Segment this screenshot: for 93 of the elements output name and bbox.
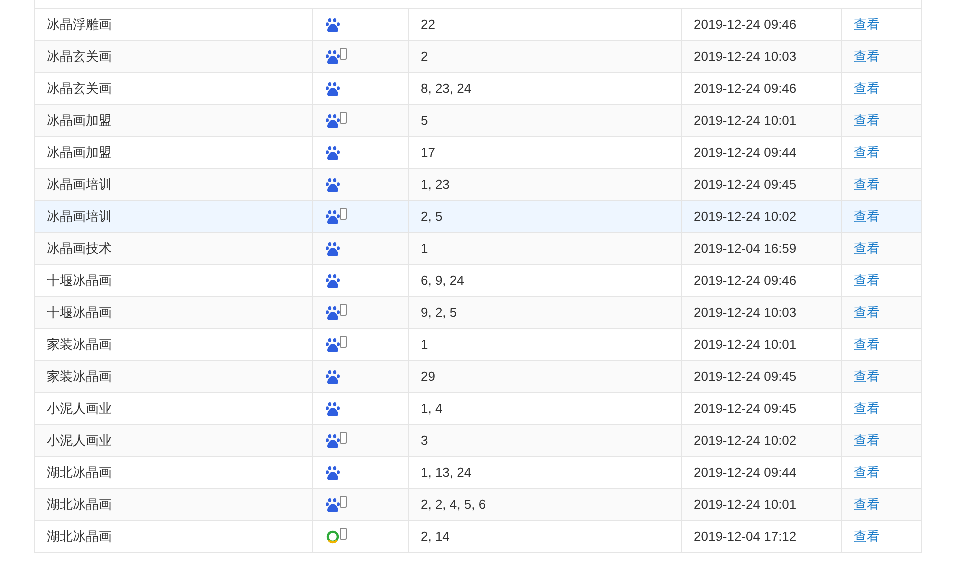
- keyword-text: 冰晶浮雕画: [47, 16, 112, 34]
- keyword-text: 湖北冰晶画: [47, 496, 112, 514]
- keyword-text: 湖北冰晶画: [47, 528, 112, 546]
- paw-icon: [326, 18, 340, 33]
- paw-icon: [326, 466, 340, 481]
- paw-icon: [326, 242, 340, 257]
- keyword-text: 十堰冰晶画: [47, 304, 112, 322]
- phone-icon: [340, 528, 347, 540]
- paw-icon: [326, 434, 340, 449]
- keyword-text: 冰晶画加盟: [47, 144, 112, 162]
- view-link[interactable]: 查看: [854, 526, 880, 546]
- time-text: 2019-12-24 10:03: [694, 48, 797, 66]
- view-link[interactable]: 查看: [854, 46, 880, 66]
- keyword-text: 冰晶玄关画: [47, 48, 112, 66]
- paw-icon: [326, 306, 340, 321]
- paw-icon: [326, 370, 340, 385]
- rank-text: 17: [421, 144, 436, 162]
- paw-icon: [326, 114, 340, 129]
- time-text: 2019-12-24 10:01: [694, 496, 797, 514]
- time-text: 2019-12-24 10:01: [694, 112, 797, 130]
- time-text: 2019-12-24 09:46: [694, 80, 797, 98]
- time-text: 2019-12-24 09:45: [694, 400, 797, 418]
- keyword-text: 小泥人画业: [47, 432, 112, 450]
- view-link[interactable]: 查看: [854, 398, 880, 418]
- time-text: 2019-12-24 09:44: [694, 464, 797, 482]
- rank-text: 6, 9, 24: [421, 272, 464, 290]
- rank-text: 2: [421, 48, 428, 66]
- time-text: 2019-12-04 17:12: [694, 528, 797, 546]
- phone-icon: [340, 208, 347, 220]
- paw-icon: [326, 82, 340, 97]
- rank-text: 1, 13, 24: [421, 464, 472, 482]
- phone-icon: [340, 48, 347, 60]
- paw-icon: [326, 498, 340, 513]
- paw-icon: [326, 178, 340, 193]
- time-text: 2019-12-24 10:02: [694, 208, 797, 226]
- time-text: 2019-12-24 09:45: [694, 176, 797, 194]
- ring-icon: [326, 530, 340, 544]
- keyword-text: 冰晶画加盟: [47, 112, 112, 130]
- rank-text: 2, 2, 4, 5, 6: [421, 496, 486, 514]
- keyword-text: 冰晶画技术: [47, 240, 112, 258]
- time-text: 2019-12-24 09:45: [694, 368, 797, 386]
- view-link[interactable]: 查看: [854, 430, 880, 450]
- paw-icon: [326, 274, 340, 289]
- phone-icon: [340, 496, 347, 508]
- paw-icon: [326, 402, 340, 417]
- view-link[interactable]: 查看: [854, 206, 880, 226]
- time-text: 2019-12-24 10:03: [694, 304, 797, 322]
- rank-text: 5: [421, 112, 428, 130]
- rank-text: 1, 4: [421, 400, 443, 418]
- view-link[interactable]: 查看: [854, 110, 880, 130]
- time-text: 2019-12-24 09:46: [694, 272, 797, 290]
- phone-icon: [340, 304, 347, 316]
- view-link[interactable]: 查看: [854, 302, 880, 322]
- keyword-text: 十堰冰晶画: [47, 272, 112, 290]
- time-text: 2019-12-24 09:44: [694, 144, 797, 162]
- keyword-text: 小泥人画业: [47, 400, 112, 418]
- rank-text: 8, 23, 24: [421, 80, 472, 98]
- keyword-text: 冰晶画培训: [47, 176, 112, 194]
- time-text: 2019-12-24 10:02: [694, 432, 797, 450]
- view-link[interactable]: 查看: [854, 270, 880, 290]
- time-text: 2019-12-04 16:59: [694, 240, 797, 258]
- rank-text: 1, 23: [421, 176, 450, 194]
- view-link[interactable]: 查看: [854, 14, 880, 34]
- view-link[interactable]: 查看: [854, 78, 880, 98]
- view-link[interactable]: 查看: [854, 174, 880, 194]
- phone-icon: [340, 112, 347, 124]
- phone-icon: [340, 336, 347, 348]
- paw-icon: [326, 50, 340, 65]
- view-link[interactable]: 查看: [854, 142, 880, 162]
- rank-text: 3: [421, 432, 428, 450]
- rank-text: 2, 5: [421, 208, 443, 226]
- rank-text: 22: [421, 16, 436, 34]
- view-link[interactable]: 查看: [854, 238, 880, 258]
- rank-text: 1: [421, 336, 428, 354]
- keyword-text: 冰晶玄关画: [47, 80, 112, 98]
- paw-icon: [326, 210, 340, 225]
- time-text: 2019-12-24 10:01: [694, 336, 797, 354]
- keyword-text: 家装冰晶画: [47, 336, 112, 354]
- rank-text: 29: [421, 368, 436, 386]
- view-link[interactable]: 查看: [854, 494, 880, 514]
- paw-icon: [326, 146, 340, 161]
- view-link[interactable]: 查看: [854, 462, 880, 482]
- keyword-text: 家装冰晶画: [47, 368, 112, 386]
- keyword-text: 湖北冰晶画: [47, 464, 112, 482]
- time-text: 2019-12-24 09:46: [694, 16, 797, 34]
- view-link[interactable]: 查看: [854, 334, 880, 354]
- rank-text: 9, 2, 5: [421, 304, 458, 322]
- rank-text: 1: [421, 240, 428, 258]
- rank-text: 2, 14: [421, 528, 450, 546]
- view-link[interactable]: 查看: [854, 366, 880, 386]
- paw-icon: [326, 338, 340, 353]
- keyword-text: 冰晶画培训: [47, 208, 112, 226]
- phone-icon: [340, 432, 347, 444]
